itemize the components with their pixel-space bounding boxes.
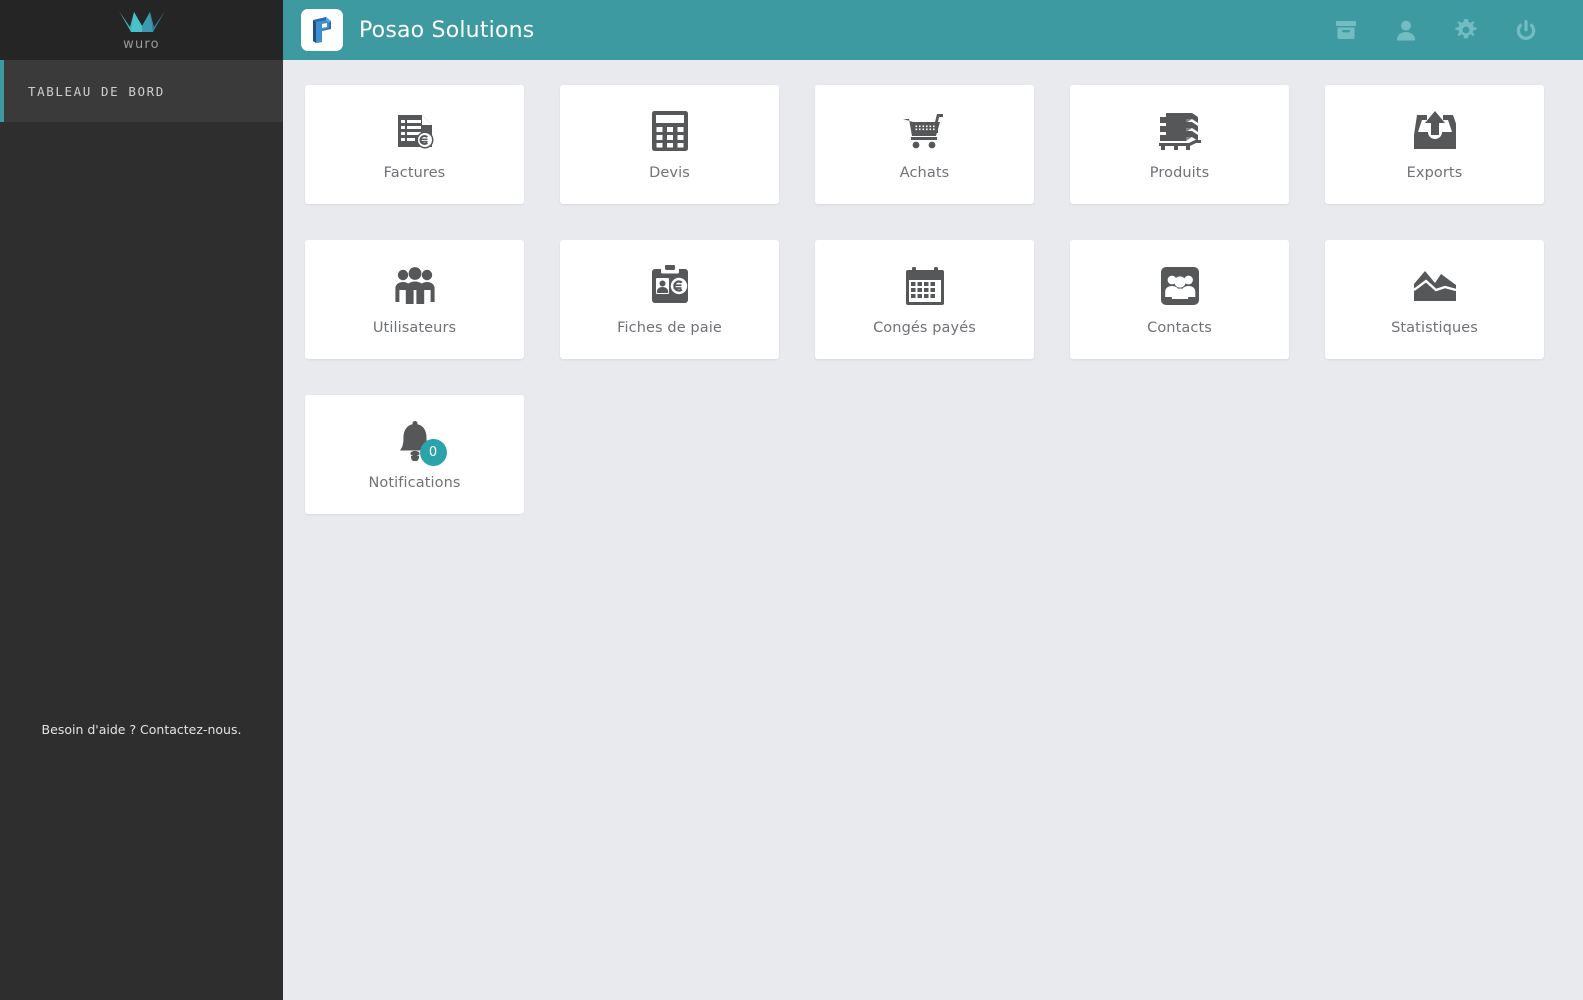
area-chart-icon (1413, 263, 1456, 309)
sidebar-item-tableau-de-bord[interactable]: TABLEAU DE BORD (0, 60, 283, 122)
tile-achats[interactable]: Achats (815, 85, 1034, 204)
topbar: Posao Solutions (283, 0, 1583, 60)
gear-icon[interactable] (1453, 17, 1479, 43)
user-icon[interactable] (1393, 17, 1419, 43)
archive-icon[interactable] (1333, 17, 1359, 43)
tile-label: Notifications (368, 475, 461, 491)
calendar-icon (905, 263, 944, 309)
tile-utilisateurs[interactable]: Utilisateurs (305, 240, 524, 359)
invoice-euro-icon (394, 108, 436, 154)
dashboard-content: Factures Devis Achats Produits Exports U… (283, 60, 1583, 1000)
sidebar-item-label: TABLEAU DE BORD (28, 83, 165, 99)
tile-exports[interactable]: Exports (1325, 85, 1544, 204)
tile-conges-payes[interactable]: Congés payés (815, 240, 1034, 359)
tile-statistiques[interactable]: Statistiques (1325, 240, 1544, 359)
tile-label: Achats (899, 165, 950, 181)
tile-label: Utilisateurs (372, 320, 457, 336)
page-title: Posao Solutions (359, 17, 535, 43)
tile-contacts[interactable]: Contacts (1070, 240, 1289, 359)
contacts-card-icon (1160, 263, 1199, 309)
power-icon[interactable] (1513, 17, 1539, 43)
pallet-stack-icon (1158, 108, 1202, 154)
tile-fiches-de-paie[interactable]: Fiches de paie (560, 240, 779, 359)
dashboard-tile-grid: Factures Devis Achats Produits Exports U… (305, 85, 1561, 514)
sidebar-help-text[interactable]: Besoin d'aide ? Contactez-nous. (0, 722, 283, 745)
tile-label: Factures (383, 165, 446, 181)
tile-produits[interactable]: Produits (1070, 85, 1289, 204)
tile-devis[interactable]: Devis (560, 85, 779, 204)
tile-label: Fiches de paie (617, 320, 722, 336)
posao-p-logo-icon[interactable] (301, 9, 343, 51)
wuro-wordmark: wuro (123, 36, 160, 52)
clipboard-payslip-icon (650, 263, 690, 309)
tile-label: Exports (1406, 165, 1463, 181)
sidebar-brand: wuro (0, 0, 283, 60)
sidebar-bottom-spacer (0, 745, 283, 1000)
tile-label: Produits (1149, 165, 1210, 181)
calculator-icon (651, 108, 688, 154)
main-area: Posao Solutions Factures Devis Achats Pr… (283, 0, 1583, 1000)
wuro-logo: wuro (118, 10, 165, 52)
notifications-badge: 0 (419, 439, 447, 466)
tile-label: Congés payés (873, 320, 976, 336)
tile-factures[interactable]: Factures (305, 85, 524, 204)
users-group-icon (394, 263, 435, 309)
wuro-crown-logo-icon (118, 10, 165, 37)
bell-icon: 0 (398, 418, 447, 466)
export-tray-icon (1413, 108, 1456, 154)
topbar-actions (1333, 17, 1539, 43)
shopping-cart-icon (902, 108, 947, 154)
topbar-left: Posao Solutions (301, 9, 534, 51)
tile-label: Statistiques (1391, 320, 1478, 336)
sidebar-nav: TABLEAU DE BORD (0, 60, 283, 122)
tile-label: Devis (649, 165, 690, 181)
app-root: wuro TABLEAU DE BORD Besoin d'aide ? Con… (0, 0, 1583, 1000)
tile-label: Contacts (1147, 320, 1212, 336)
tile-notifications[interactable]: 0 Notifications (305, 395, 524, 514)
sidebar: wuro TABLEAU DE BORD Besoin d'aide ? Con… (0, 0, 283, 1000)
